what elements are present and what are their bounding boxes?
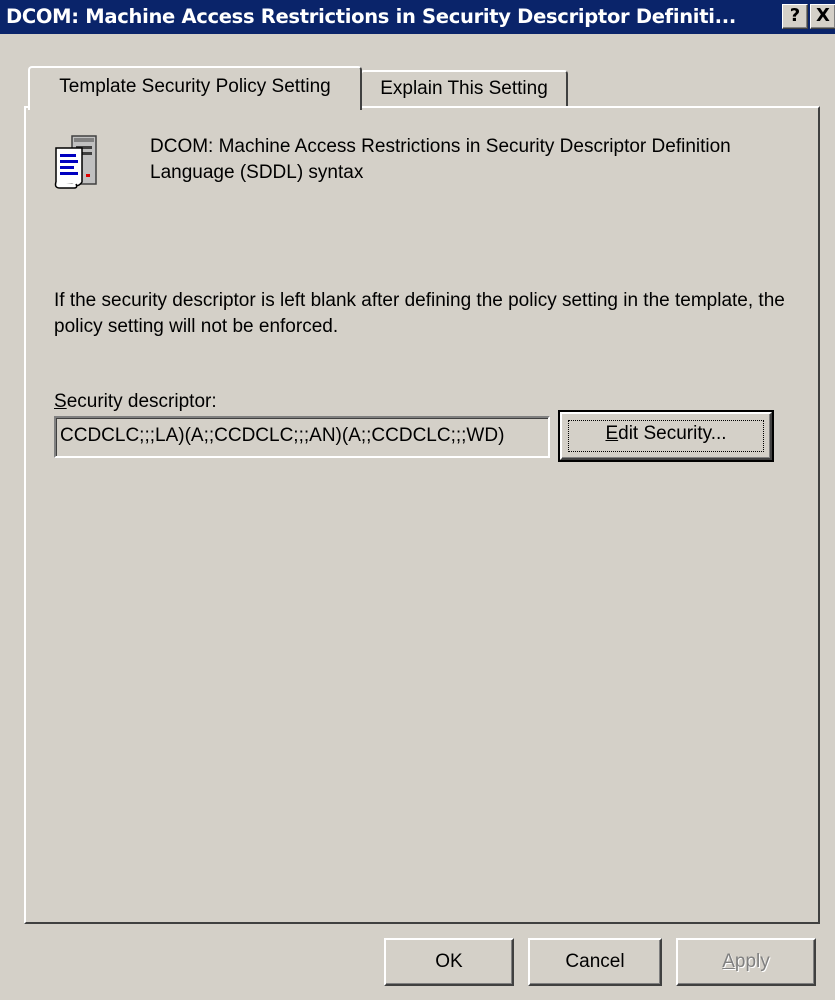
policy-properties-dialog: DCOM: Machine Access Restrictions in Sec…: [0, 0, 835, 1000]
close-button[interactable]: X: [810, 4, 835, 29]
title-bar[interactable]: DCOM: Machine Access Restrictions in Sec…: [0, 0, 835, 34]
edit-security-button[interactable]: Edit Security...: [558, 410, 774, 462]
policy-title: DCOM: Machine Access Restrictions in Sec…: [150, 136, 731, 183]
window-title: DCOM: Machine Access Restrictions in Sec…: [6, 5, 736, 28]
tab-template-security-policy-setting[interactable]: Template Security Policy Setting: [28, 66, 362, 110]
tab-page: DCOM: Machine Access Restrictions in Sec…: [24, 106, 820, 924]
label-text: ecurity descriptor:: [66, 391, 217, 412]
accelerator-letter: E: [605, 423, 619, 444]
accelerator-letter: S: [54, 391, 67, 412]
help-button[interactable]: ?: [782, 4, 808, 29]
button-text: dit Security...: [618, 423, 727, 444]
ok-button[interactable]: OK: [384, 938, 514, 986]
security-descriptor-field[interactable]: CCDCLC;;;LA)(A;;CCDCLC;;;AN)(A;;CCDCLC;;…: [54, 416, 550, 458]
button-label: Edit Security...: [605, 423, 726, 444]
apply-button[interactable]: Apply: [676, 938, 816, 986]
tab-explain-this-setting[interactable]: Explain This Setting: [360, 70, 568, 106]
cancel-button[interactable]: Cancel: [528, 938, 662, 986]
tab-label: Explain This Setting: [380, 78, 548, 99]
tab-label: Template Security Policy Setting: [59, 76, 331, 97]
accelerator-letter: A: [722, 951, 735, 972]
button-text: pply: [734, 951, 770, 972]
info-text: If the security descriptor is left blank…: [54, 290, 785, 337]
security-descriptor-label: Security descriptor:: [54, 390, 217, 414]
policy-document-icon: [54, 135, 97, 189]
